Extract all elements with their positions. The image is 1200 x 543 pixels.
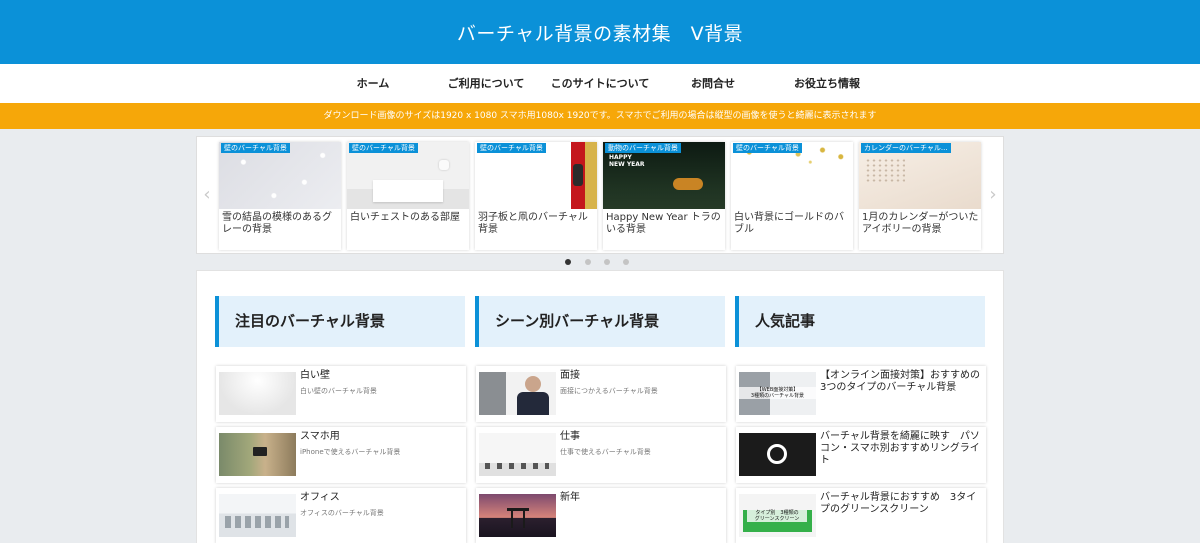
carousel-card[interactable]: 壁のバーチャル背景 雪の結晶の模様のあるグレーの背景 — [219, 142, 341, 250]
item-title[interactable]: 新年 — [560, 492, 722, 504]
list-item[interactable]: 【WEB面接対策】 3種類のバーチャル背景 【オンライン面接対策】おすすめの3つ… — [736, 366, 986, 422]
item-desc: 仕事で使えるバーチャル背景 — [560, 448, 651, 456]
main-panel: 注目のバーチャル背景 白い壁 白い壁のバーチャル背景 スマホ用 iPhoneで使… — [196, 270, 1004, 543]
category-badge: 壁のバーチャル背景 — [221, 143, 290, 153]
nav-home[interactable]: ホーム — [333, 64, 413, 103]
list-item[interactable]: 新年 — [476, 488, 726, 543]
thumbnail-text: HAPPY NEW YEAR — [609, 154, 645, 168]
popular-heading: 人気記事 — [735, 296, 985, 347]
card-title[interactable]: 雪の結晶の模様のあるグレーの背景 — [222, 212, 340, 236]
nav-contact[interactable]: お問合せ — [674, 64, 752, 103]
white-wall-thumbnail — [219, 372, 296, 415]
category-badge: 壁のバーチャル背景 — [733, 143, 802, 153]
nav-usage[interactable]: ご利用について — [436, 64, 536, 103]
card-title[interactable]: 白いチェストのある部屋 — [350, 212, 468, 224]
category-badge: カレンダーのバーチャル... — [861, 143, 951, 153]
ring-light-thumbnail — [739, 433, 816, 476]
carousel-card[interactable]: 壁のバーチャル背景 白いチェストのある部屋 — [347, 142, 469, 250]
card-title[interactable]: 羽子板と凧のバーチャル背景 — [478, 212, 596, 236]
item-title[interactable]: バーチャル背景におすすめ 3タイプのグリーンスクリーン — [820, 492, 982, 516]
carousel-dot[interactable] — [565, 259, 571, 265]
nav-about[interactable]: このサイトについて — [546, 64, 654, 103]
featured-heading: 注目のバーチャル背景 — [215, 296, 465, 347]
card-title[interactable]: Happy New Year トラのいる背景 — [606, 212, 724, 236]
site-title[interactable]: バーチャル背景の素材集 V背景 — [457, 19, 743, 46]
item-title[interactable]: オフィス — [300, 492, 462, 504]
green-screen-thumbnail: タイプ別 3種類の グリーンスクリーン — [739, 494, 816, 537]
item-title[interactable]: 仕事 — [560, 431, 722, 443]
site-header: バーチャル背景の素材集 V背景 — [0, 0, 1200, 64]
smartphone-thumbnail — [219, 433, 296, 476]
list-item[interactable]: スマホ用 iPhoneで使えるバーチャル背景 — [216, 427, 466, 483]
featured-carousel: ‹ › 壁のバーチャル背景 雪の結晶の模様のあるグレーの背景 壁のバーチャル背景… — [196, 136, 1004, 254]
item-title[interactable]: 面接 — [560, 370, 722, 382]
office-thumbnail — [219, 494, 296, 537]
carousel-next-icon[interactable]: › — [986, 185, 1000, 205]
item-title[interactable]: スマホ用 — [300, 431, 462, 443]
nav-tips[interactable]: お役立ち情報 — [782, 64, 872, 103]
category-badge: 動物のバーチャル背景 — [605, 143, 681, 153]
new-year-thumbnail — [479, 494, 556, 537]
item-desc: オフィスのバーチャル背景 — [300, 509, 384, 517]
card-title[interactable]: 1月のカレンダーがついたアイボリーの背景 — [862, 212, 980, 236]
list-item[interactable]: オフィス オフィスのバーチャル背景 — [216, 488, 466, 543]
scenes-heading: シーン別バーチャル背景 — [475, 296, 725, 347]
carousel-dot[interactable] — [623, 259, 629, 265]
web-interview-thumbnail: 【WEB面接対策】 3種類のバーチャル背景 — [739, 372, 816, 415]
carousel-card[interactable]: HAPPY NEW YEAR 動物のバーチャル背景 Happy New Year… — [603, 142, 725, 250]
carousel-card[interactable]: 壁のバーチャル背景 白い背景にゴールドのバブル — [731, 142, 853, 250]
category-badge: 壁のバーチャル背景 — [349, 143, 418, 153]
item-title[interactable]: バーチャル背景を綺麗に映す パソコン・スマホ別おすすめリングライト — [820, 431, 982, 467]
category-badge: 壁のバーチャル背景 — [477, 143, 546, 153]
list-item[interactable]: タイプ別 3種類の グリーンスクリーン バーチャル背景におすすめ 3タイプのグリ… — [736, 488, 986, 543]
item-title[interactable]: 【オンライン面接対策】おすすめの3つのタイプのバーチャル背景 — [820, 370, 982, 394]
carousel-dot[interactable] — [604, 259, 610, 265]
notice-bar: ダウンロード画像のサイズは1920 x 1080 スマホ用1080x 1920で… — [0, 103, 1200, 129]
carousel-prev-icon[interactable]: ‹ — [200, 185, 214, 205]
thumbnail-text: 【WEB面接対策】 3種類のバーチャル背景 — [739, 387, 816, 399]
item-title[interactable]: 白い壁 — [300, 370, 462, 382]
carousel-card[interactable]: 壁のバーチャル背景 羽子板と凧のバーチャル背景 — [475, 142, 597, 250]
item-desc: 白い壁のバーチャル背景 — [300, 387, 377, 395]
list-item[interactable]: バーチャル背景を綺麗に映す パソコン・スマホ別おすすめリングライト — [736, 427, 986, 483]
list-item[interactable]: 白い壁 白い壁のバーチャル背景 — [216, 366, 466, 422]
list-item[interactable]: 面接 面接につかえるバーチャル背景 — [476, 366, 726, 422]
carousel-card[interactable]: カレンダーのバーチャル... 1月のカレンダーがついたアイボリーの背景 — [859, 142, 981, 250]
card-title[interactable]: 白い背景にゴールドのバブル — [734, 212, 852, 236]
global-nav: ホーム ご利用について このサイトについて お問合せ お役立ち情報 — [0, 64, 1200, 103]
thumbnail-text: タイプ別 3種類の グリーンスクリーン — [747, 510, 807, 522]
item-desc: iPhoneで使えるバーチャル背景 — [300, 448, 401, 456]
list-item[interactable]: 仕事 仕事で使えるバーチャル背景 — [476, 427, 726, 483]
carousel-dot[interactable] — [585, 259, 591, 265]
interview-thumbnail — [479, 372, 556, 415]
work-thumbnail — [479, 433, 556, 476]
item-desc: 面接につかえるバーチャル背景 — [560, 387, 658, 395]
